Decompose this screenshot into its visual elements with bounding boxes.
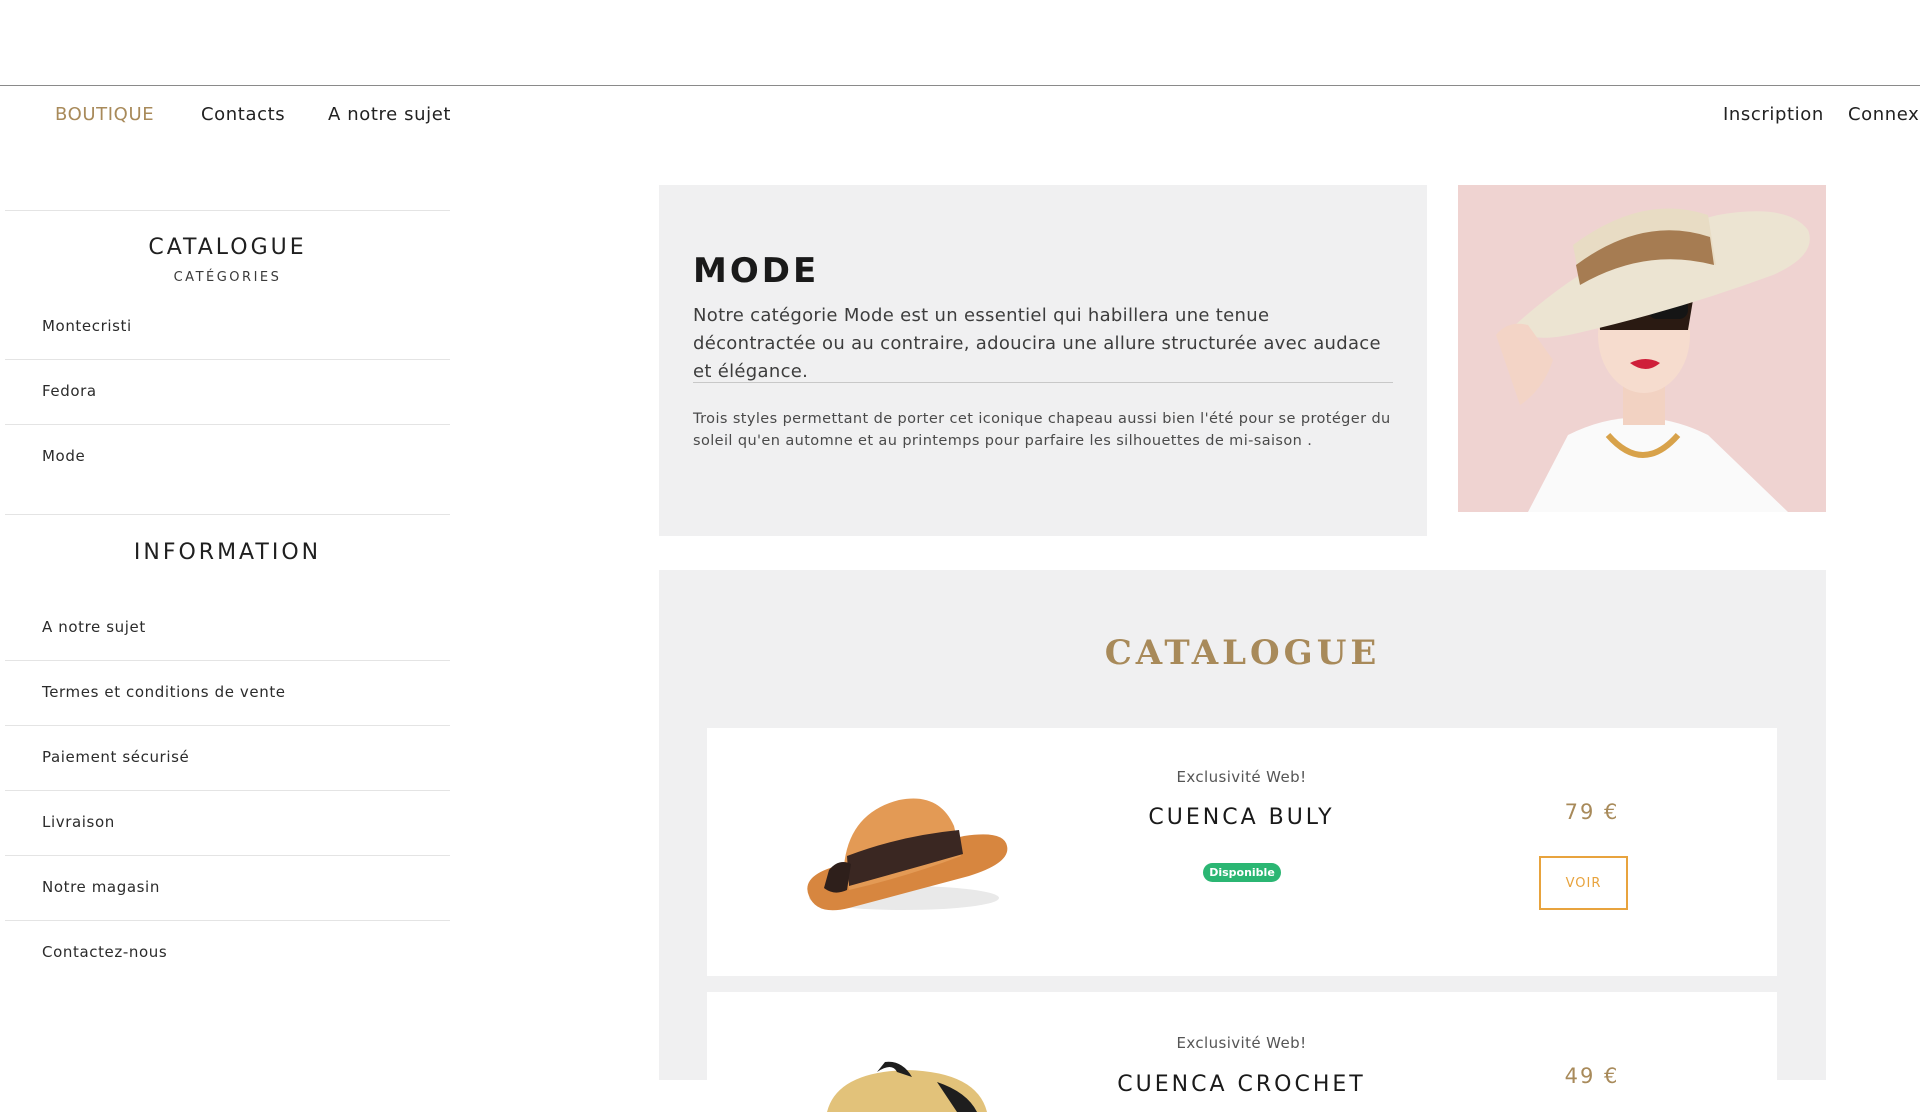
category-title: MODE: [693, 251, 820, 291]
catalogue-section: CATALOGUE Exclusivité Web! CUENCA BULY D…: [659, 570, 1826, 1112]
sidebar-item-montecristi[interactable]: Montecristi: [42, 317, 132, 335]
sidebar-item-notre-magasin[interactable]: Notre magasin: [42, 878, 160, 896]
sidebar-divider: [5, 790, 450, 791]
nav-inscription[interactable]: Inscription: [1723, 104, 1824, 125]
product-name[interactable]: CUENCA BULY: [1079, 805, 1404, 830]
category-photo: [1458, 185, 1826, 512]
header-divider: [0, 85, 1920, 86]
product-price: 79 €: [1564, 800, 1620, 824]
banner-divider: [693, 382, 1393, 383]
view-product-button[interactable]: VOIR: [1539, 856, 1628, 910]
sidebar-item-termes[interactable]: Termes et conditions de vente: [42, 683, 286, 701]
sidebar-item-mode[interactable]: Mode: [42, 447, 85, 465]
sidebar-divider: [5, 660, 450, 661]
product-name[interactable]: CUENCA CROCHET: [1079, 1072, 1404, 1097]
product-card[interactable]: Exclusivité Web! CUENCA CROCHET 49 €: [707, 992, 1777, 1112]
sidebar-item-contactez-nous[interactable]: Contactez-nous: [42, 943, 167, 961]
sidebar-item-paiement[interactable]: Paiement sécurisé: [42, 748, 189, 766]
product-card[interactable]: Exclusivité Web! CUENCA BULY Disponible …: [707, 728, 1777, 976]
sidebar-divider: [5, 920, 450, 921]
sidebar-divider: [5, 855, 450, 856]
product-image: [807, 798, 1008, 911]
product-tag: Exclusivité Web!: [1176, 768, 1307, 786]
sidebar-divider: [5, 359, 450, 360]
sidebar-item-livraison[interactable]: Livraison: [42, 813, 115, 831]
sidebar-divider: [5, 725, 450, 726]
sidebar-divider: [5, 210, 450, 211]
nav-connexion[interactable]: Connexi: [1848, 104, 1920, 125]
category-banner: MODE Notre catégorie Mode est un essenti…: [659, 185, 1427, 536]
availability-badge: Disponible: [1203, 863, 1281, 882]
sidebar-divider: [5, 514, 450, 515]
category-description: Notre catégorie Mode est un essentiel qu…: [693, 305, 1381, 382]
sidebar-item-a-notre-sujet[interactable]: A notre sujet: [42, 618, 146, 636]
categories-subheading: CATÉGORIES: [173, 270, 282, 285]
nav-a-notre-sujet[interactable]: A notre sujet: [328, 104, 451, 125]
product-tag: Exclusivité Web!: [1176, 1034, 1307, 1052]
nav-contacts[interactable]: Contacts: [201, 104, 285, 125]
nav-boutique[interactable]: BOUTIQUE: [55, 104, 154, 125]
sidebar-item-fedora[interactable]: Fedora: [42, 382, 97, 400]
catalogue-title: CATALOGUE: [1104, 633, 1381, 673]
sidebar-divider: [5, 424, 450, 425]
information-heading: INFORMATION: [133, 540, 322, 565]
catalogue-heading: CATALOGUE: [148, 235, 307, 260]
product-price: 49 €: [1564, 1064, 1620, 1088]
category-note: Trois styles permettant de porter cet ic…: [693, 411, 1391, 449]
woman-with-hat-image: [1458, 185, 1826, 512]
product-image: [827, 1061, 987, 1112]
